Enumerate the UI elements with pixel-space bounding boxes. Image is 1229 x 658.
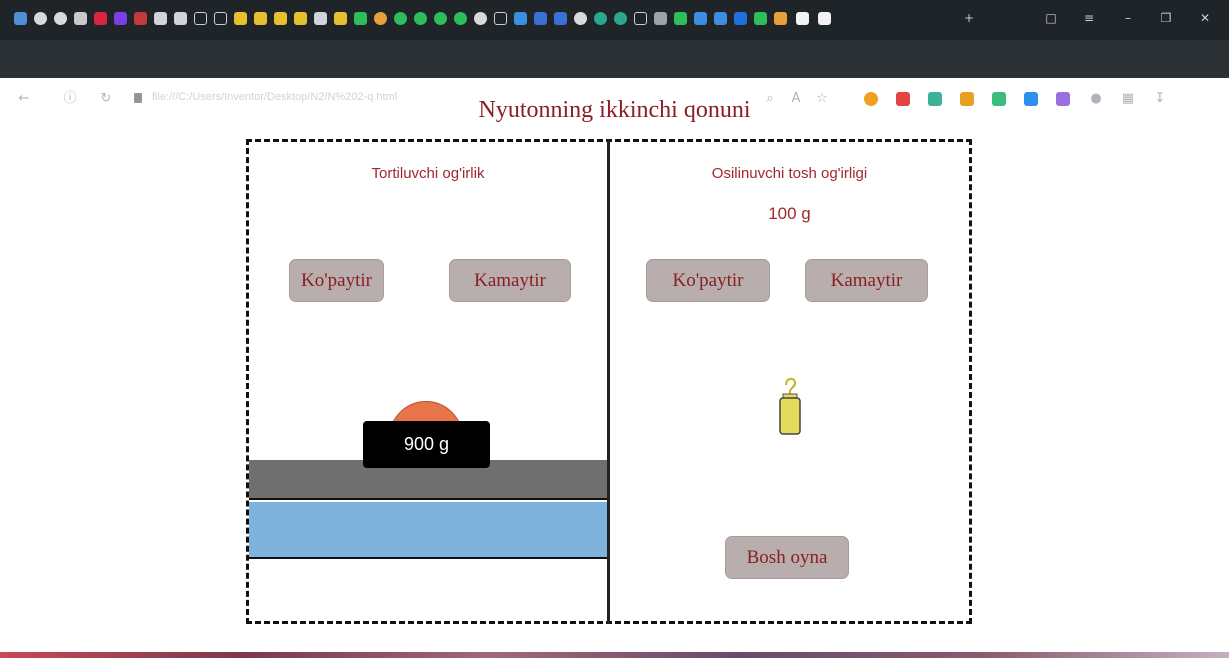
tab-icon[interactable] [114, 12, 127, 25]
tab-icon[interactable] [734, 12, 747, 25]
tab-icon[interactable] [254, 12, 267, 25]
tab-icon[interactable] [354, 12, 367, 25]
browser-tab-bar: + □ ≡ – ❐ ✕ [0, 0, 1229, 40]
right-decrease-button[interactable]: Kamaytir [805, 259, 928, 302]
tab-icon[interactable] [154, 12, 167, 25]
close-icon[interactable]: ✕ [1194, 8, 1216, 28]
left-decrease-button[interactable]: Kamaytir [449, 259, 571, 302]
tab-icon[interactable] [674, 12, 687, 25]
home-button[interactable]: Bosh oyna [725, 536, 849, 579]
tab-icon[interactable] [314, 12, 327, 25]
tab-icon[interactable] [594, 12, 607, 25]
tab-icon[interactable] [374, 12, 387, 25]
tab-icon[interactable] [514, 12, 527, 25]
right-panel-title: Osilinuvchi tosh og'irligi [711, 165, 868, 182]
tab-icon[interactable] [14, 12, 27, 25]
restore-icon[interactable]: ❐ [1155, 8, 1177, 28]
tab-icon[interactable] [294, 12, 307, 25]
tab-icon[interactable] [554, 12, 567, 25]
tab-icon[interactable] [774, 12, 787, 25]
tab-icon[interactable] [434, 12, 447, 25]
tab-icon[interactable] [194, 12, 207, 25]
water-strip [249, 502, 607, 559]
taskbar-strip [0, 652, 1229, 658]
left-increase-button[interactable]: Ko'paytir [289, 259, 384, 302]
right-increase-button[interactable]: Ko'paytir [646, 259, 770, 302]
page-title: Nyutonning ikkinchi qonuni [478, 97, 751, 123]
tab-icon[interactable] [634, 12, 647, 25]
tab-icon[interactable] [694, 12, 707, 25]
mass-block[interactable]: 900 g [363, 421, 490, 468]
tab-icon[interactable] [394, 12, 407, 25]
hanging-mass-value: 100 g [768, 204, 811, 223]
tab-icon[interactable] [274, 12, 287, 25]
tab-icon[interactable] [174, 12, 187, 25]
hanging-weight-icon [779, 377, 801, 435]
tab-icon[interactable] [54, 12, 67, 25]
tab-icon[interactable] [654, 12, 667, 25]
tab-icon[interactable] [454, 12, 467, 25]
new-tab-icon[interactable]: + [958, 8, 980, 28]
tab-icon[interactable] [74, 12, 87, 25]
menu-icon[interactable]: ≡ [1078, 8, 1100, 28]
tab-icon[interactable] [494, 12, 507, 25]
tab-icon[interactable] [574, 12, 587, 25]
minimize-icon[interactable]: – [1117, 8, 1139, 28]
left-panel-title: Tortiluvchi og'irlik [371, 165, 485, 182]
tab-icon[interactable] [714, 12, 727, 25]
tab-icon[interactable] [94, 12, 107, 25]
collections-icon[interactable]: □ [1040, 8, 1062, 28]
tab-icon[interactable] [234, 12, 247, 25]
tab-icon[interactable] [818, 12, 831, 25]
tab-icon[interactable] [796, 12, 809, 25]
address-bar: ← ⓘ ↻ file:///C:/Users/Inventor/Desktop/… [0, 40, 1229, 106]
tab-icon[interactable] [34, 12, 47, 25]
tab-icon[interactable] [534, 12, 547, 25]
tab-icon[interactable] [334, 12, 347, 25]
tab-icon[interactable] [214, 12, 227, 25]
tab-icon[interactable] [614, 12, 627, 25]
tab-icon[interactable] [474, 12, 487, 25]
tab-icon[interactable] [134, 12, 147, 25]
tab-icon[interactable] [754, 12, 767, 25]
tab-icon[interactable] [414, 12, 427, 25]
